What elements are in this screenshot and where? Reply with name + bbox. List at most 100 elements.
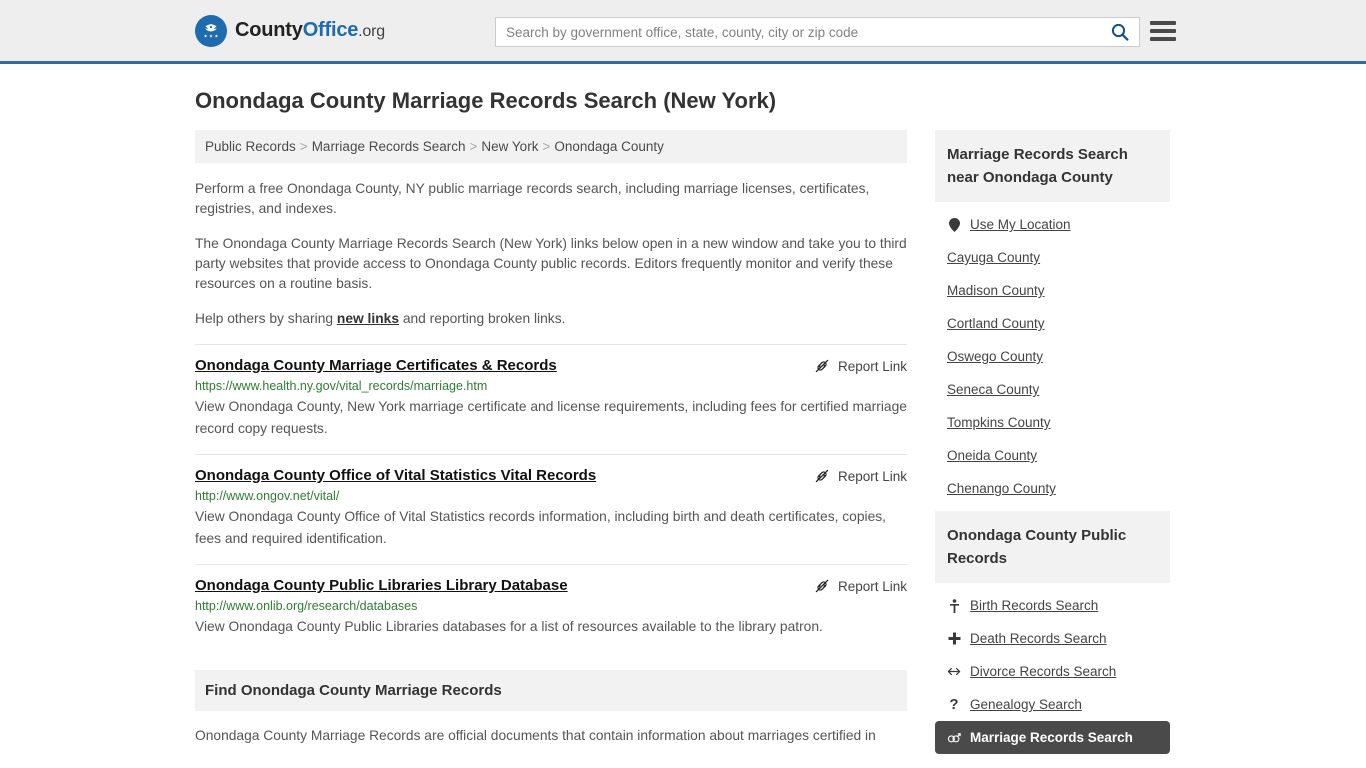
sidebar-item-genealogy[interactable]: ? Genealogy Search: [935, 688, 1170, 721]
sidebar-item-county[interactable]: Oswego County: [935, 340, 1170, 373]
sidebar-item-marriage-records[interactable]: Marriage Records Search: [935, 721, 1170, 754]
result-item: Onondaga County Marriage Certificates & …: [195, 344, 907, 454]
sidebar-item-divorce-records[interactable]: Divorce Records Search: [935, 655, 1170, 688]
county-label: Madison County: [947, 283, 1045, 298]
divorce-records-label: Divorce Records Search: [970, 664, 1117, 679]
county-label: Tompkins County: [947, 415, 1051, 430]
split-arrows-icon: [947, 666, 961, 677]
report-link-button[interactable]: Report Link: [814, 577, 907, 594]
nearby-counties-list: Use My Location Cayuga County Madison Co…: [935, 202, 1170, 505]
broken-link-icon: [815, 469, 829, 483]
result-description: View Onondaga County Public Libraries da…: [195, 619, 823, 634]
breadcrumb-item-3[interactable]: Onondaga County: [554, 139, 664, 154]
result-header: Onondaga County Marriage Certificates & …: [195, 357, 907, 374]
site-logo-text: CountyOffice.org: [235, 19, 385, 42]
sidebar-item-county[interactable]: Oneida County: [935, 439, 1170, 472]
question-mark-icon: ?: [949, 696, 959, 713]
intro-p3-after: and reporting broken links.: [399, 311, 566, 326]
breadcrumb-separator-0: >: [299, 139, 308, 154]
broken-link-icon: [815, 359, 829, 373]
nearby-counties-box: Marriage Records Search near Onondaga Co…: [935, 130, 1170, 505]
search-button[interactable]: [1101, 18, 1139, 46]
interlocking-rings-icon: [947, 732, 961, 744]
marriage-records-label: Marriage Records Search: [970, 730, 1133, 745]
breadcrumb-item-1[interactable]: Marriage Records Search: [312, 139, 466, 154]
report-link-button[interactable]: Report Link: [814, 467, 907, 484]
county-label: Seneca County: [947, 382, 1040, 397]
hamburger-menu-icon-bar-1: [1150, 21, 1176, 25]
result-url: https://www.health.ny.gov/vital_records/…: [195, 379, 488, 393]
sidebar-item-county[interactable]: Madison County: [935, 274, 1170, 307]
page-container: Onondaga County Marriage Records Search …: [0, 88, 1366, 760]
report-link-label: Report Link: [837, 358, 907, 374]
public-records-box: Onondaga County Public Records Birth Rec…: [935, 511, 1170, 754]
sidebar-item-county[interactable]: Chenango County: [935, 472, 1170, 505]
result-header: Onondaga County Public Libraries Library…: [195, 577, 907, 594]
eagle-seal-icon: [195, 14, 227, 47]
public-records-heading: Onondaga County Public Records: [935, 511, 1170, 583]
search-bar: [495, 17, 1140, 47]
main-column: Public Records > Marriage Records Search > N…: [195, 130, 907, 747]
intro-text: Perform a free Onondaga County, NY publi…: [195, 179, 907, 329]
report-link-label: Report Link: [837, 468, 907, 484]
logo-text-part1: County: [235, 19, 303, 41]
result-title-link[interactable]: Onondaga County Marriage Certificates & …: [195, 357, 557, 374]
sidebar-item-birth-records[interactable]: Birth Records Search: [935, 589, 1170, 622]
sidebar-item-county[interactable]: Seneca County: [935, 373, 1170, 406]
breadcrumb-separator-2: >: [542, 139, 551, 154]
hamburger-menu-icon-bar-2: [1150, 29, 1176, 33]
map-pin-icon: [947, 217, 961, 232]
sidebar-item-death-records[interactable]: Death Records Search: [935, 622, 1170, 655]
breadcrumb-item-2[interactable]: New York: [481, 139, 538, 154]
result-title-link[interactable]: Onondaga County Public Libraries Library…: [195, 577, 568, 594]
baby-icon: [947, 598, 961, 613]
result-description: View Onondaga County, New York marriage …: [195, 399, 907, 436]
new-links-link[interactable]: new links: [337, 311, 399, 326]
use-my-location-label: Use My Location: [970, 217, 1071, 232]
hamburger-menu-button[interactable]: [1150, 19, 1176, 43]
sidebar: Marriage Records Search near Onondaga Co…: [935, 130, 1170, 760]
search-icon: [1111, 23, 1129, 41]
hamburger-menu-icon-bar-3: [1150, 37, 1176, 41]
result-item: Onondaga County Office of Vital Statisti…: [195, 454, 907, 564]
result-url: http://www.onlib.org/research/databases: [195, 599, 418, 613]
broken-link-icon: [815, 579, 829, 593]
logo-text-part2: Office: [302, 19, 359, 41]
result-item: Onondaga County Public Libraries Library…: [195, 564, 907, 652]
sidebar-item-county[interactable]: Tompkins County: [935, 406, 1170, 439]
search-input[interactable]: [496, 18, 1101, 46]
find-records-body: Onondaga County Marriage Records are off…: [195, 728, 876, 743]
nearby-counties-heading: Marriage Records Search near Onondaga Co…: [935, 130, 1170, 202]
sidebar-item-county[interactable]: Cayuga County: [935, 241, 1170, 274]
page-title: Onondaga County Marriage Records Search …: [195, 88, 777, 113]
result-description: View Onondaga County Office of Vital Sta…: [195, 509, 886, 546]
intro-paragraph-2: The Onondaga County Marriage Records Sea…: [195, 236, 907, 291]
breadcrumb-item-0[interactable]: Public Records: [205, 139, 296, 154]
public-records-list: Birth Records Search Death Records Searc…: [935, 583, 1170, 754]
site-header: CountyOffice.org: [0, 0, 1366, 64]
county-label: Oneida County: [947, 448, 1038, 463]
county-label: Chenango County: [947, 481, 1056, 496]
logo-text-part3: .org: [358, 23, 385, 40]
result-header: Onondaga County Office of Vital Statisti…: [195, 467, 907, 484]
result-title-link[interactable]: Onondaga County Office of Vital Statisti…: [195, 467, 596, 484]
intro-p3-before: Help others by sharing: [195, 311, 337, 326]
county-label: Cortland County: [947, 316, 1045, 331]
breadcrumb-separator-1: >: [469, 139, 478, 154]
site-logo[interactable]: CountyOffice.org: [195, 14, 385, 47]
report-link-label: Report Link: [837, 578, 907, 594]
find-records-heading: Find Onondaga County Marriage Records: [195, 670, 907, 711]
county-label: Oswego County: [947, 349, 1044, 364]
sidebar-item-use-my-location[interactable]: Use My Location: [935, 208, 1170, 241]
cross-icon: [947, 632, 961, 645]
intro-paragraph-1: Perform a free Onondaga County, NY publi…: [195, 181, 870, 216]
death-records-label: Death Records Search: [970, 631, 1107, 646]
county-label: Cayuga County: [947, 250, 1041, 265]
intro-paragraph-3: Help others by sharing new links and rep…: [195, 309, 907, 329]
result-url: http://www.ongov.net/vital/: [195, 489, 340, 503]
content-columns: Public Records > Marriage Records Search > N…: [195, 130, 1171, 760]
genealogy-label: Genealogy Search: [970, 697, 1082, 712]
sidebar-item-county[interactable]: Cortland County: [935, 307, 1170, 340]
birth-records-label: Birth Records Search: [970, 598, 1099, 613]
report-link-button[interactable]: Report Link: [814, 357, 907, 374]
